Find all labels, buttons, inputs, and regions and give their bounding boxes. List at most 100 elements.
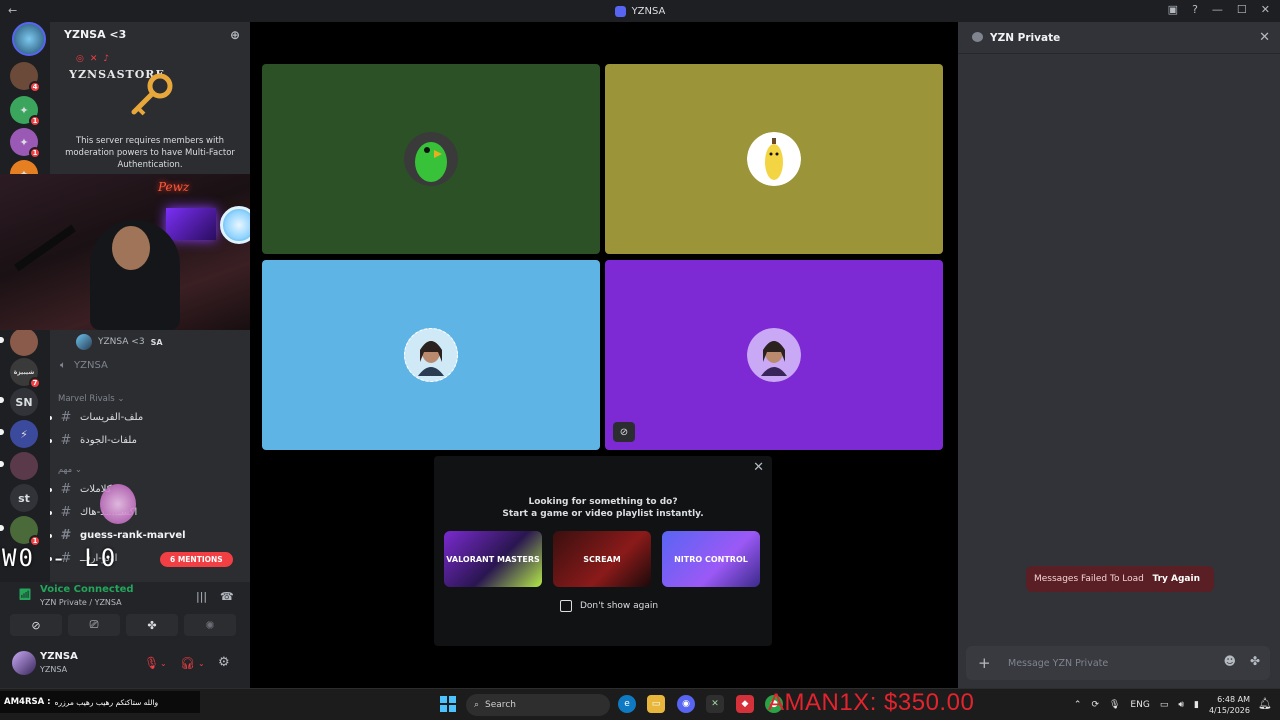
- close-icon[interactable]: ✕: [1259, 30, 1270, 45]
- chat-header: YZN Private ✕: [958, 22, 1280, 54]
- server-icon-yznsa[interactable]: [12, 22, 46, 56]
- server-icon[interactable]: ⚡: [10, 420, 38, 448]
- inbox-icon[interactable]: ▣: [1168, 3, 1178, 16]
- server-icon-st[interactable]: st: [10, 484, 38, 512]
- server-badge: 1: [29, 147, 41, 159]
- voice-text-chat-panel: YZN Private ✕ Messages Failed To Load Tr…: [958, 22, 1280, 688]
- user-avatar: [747, 328, 801, 382]
- server-icon[interactable]: ✦ 1: [10, 128, 41, 159]
- sync-icon[interactable]: ⟳: [1091, 700, 1099, 710]
- server-icon[interactable]: [10, 328, 38, 356]
- discord-taskbar-icon[interactable]: ◉: [677, 695, 695, 713]
- voice-status[interactable]: Voice Connected: [40, 584, 134, 595]
- chevron-down-icon[interactable]: ⌄: [198, 659, 205, 668]
- server-icon[interactable]: 4: [10, 62, 41, 93]
- key-icon: [131, 73, 173, 116]
- server-icon[interactable]: ✦ 1: [10, 96, 41, 127]
- voice-user-row[interactable]: YZNSA <3 SA: [76, 334, 163, 350]
- voice-channel-yznsa[interactable]: 🔈︎ YZNSA: [60, 360, 108, 371]
- server-icon[interactable]: 1: [10, 516, 41, 547]
- camera-off-indicator: ⊘: [613, 422, 635, 442]
- search-label: Search: [485, 700, 516, 710]
- participant-tile[interactable]: ⊘: [605, 260, 943, 450]
- windows-start-icon[interactable]: [440, 696, 456, 712]
- voice-user-tag: SA: [150, 337, 163, 347]
- discord-window: ← YZNSA ▣ ? — ☐ ✕ 4 ✦1 ✦1 ✦ شيبيزة7 SN ⚡…: [0, 0, 1280, 720]
- unread-pill: [0, 525, 4, 531]
- activity-launcher: ✕ Looking for something to do? Start a g…: [434, 456, 772, 646]
- message-input[interactable]: [1008, 654, 1208, 672]
- dont-show-again-checkbox[interactable]: Don't show again: [560, 600, 658, 612]
- xbox-icon[interactable]: ✕: [706, 695, 724, 713]
- mentions-pill[interactable]: 6 MENTIONS: [160, 552, 233, 567]
- file-explorer-icon[interactable]: ▭: [647, 695, 665, 713]
- category-label: Marvel Rivals: [58, 394, 115, 404]
- server-badge: 4: [29, 81, 41, 93]
- notification-bell-icon[interactable]: 🔔︎: [1258, 697, 1272, 710]
- battery-icon[interactable]: ▮: [1194, 700, 1199, 710]
- activity-prompt-title: Looking for something to do?: [528, 497, 678, 507]
- mute-mic-icon[interactable]: 🎙︎: [144, 656, 159, 670]
- title-bar: ← YZNSA ▣ ? — ☐ ✕: [0, 0, 1280, 22]
- network-icon[interactable]: ▭: [1160, 700, 1169, 710]
- back-arrow-icon[interactable]: ←: [8, 4, 17, 17]
- activity-card-valorant[interactable]: VALORANT MASTERS: [444, 531, 542, 587]
- channel-item[interactable]: # ملف-الفريسات: [50, 410, 143, 425]
- monitor-glow: [166, 208, 216, 240]
- discord-logo-icon: [614, 5, 626, 17]
- avatar[interactable]: [12, 651, 36, 675]
- server-icon-sn[interactable]: SN: [10, 388, 38, 416]
- minimize-button[interactable]: —: [1212, 3, 1223, 16]
- category-marvel-rivals[interactable]: Marvel Rivals ⌄: [58, 394, 125, 404]
- server-icon[interactable]: شيبيزة 7: [10, 358, 41, 389]
- checkbox-box[interactable]: [560, 600, 572, 612]
- mentions-count: 6: [170, 555, 176, 564]
- maximize-button[interactable]: ☐: [1237, 3, 1247, 16]
- invite-people-icon[interactable]: ⊕: [230, 28, 240, 42]
- activity-card-scream[interactable]: SCREAM: [553, 531, 651, 587]
- participant-tile[interactable]: [262, 260, 600, 450]
- plus-icon[interactable]: +: [978, 654, 991, 672]
- channel-item[interactable]: # ملفات-الجودة: [50, 433, 137, 448]
- language-indicator[interactable]: ENG: [1130, 700, 1149, 710]
- unread-pill: [0, 337, 4, 343]
- activity-card-nitro-control[interactable]: NITRO CONTROL: [662, 531, 760, 587]
- activities-button[interactable]: ✤: [126, 614, 178, 636]
- soundboard-button[interactable]: ✺: [184, 614, 236, 636]
- camera-off-button[interactable]: ⊘: [10, 614, 62, 636]
- app-icon[interactable]: ◆: [736, 695, 754, 713]
- noise-suppression-icon[interactable]: |||: [196, 590, 207, 603]
- close-window-button[interactable]: ✕: [1261, 3, 1270, 16]
- chevron-down-icon[interactable]: ⌄: [160, 659, 167, 668]
- help-icon[interactable]: ?: [1192, 3, 1198, 16]
- server-header[interactable]: YZNSA <3 ⊕: [50, 22, 250, 46]
- unread-dot: [50, 439, 52, 443]
- gear-icon[interactable]: ⚙: [218, 655, 230, 670]
- clock-time: 6:48 AM: [1217, 695, 1250, 704]
- volume-icon[interactable]: 🔊︎: [1178, 700, 1184, 710]
- social-icons: ◎ ✕ ♪: [76, 54, 109, 64]
- category-important[interactable]: مهم ⌄: [58, 465, 82, 475]
- close-icon[interactable]: ✕: [753, 460, 764, 475]
- search-icon: ⌕: [474, 700, 480, 710]
- taskbar-search[interactable]: ⌕ Search: [466, 694, 610, 716]
- try-again-button[interactable]: Try Again: [1152, 574, 1200, 584]
- participant-tile[interactable]: [605, 64, 943, 254]
- deafen-icon[interactable]: 🎧︎: [180, 656, 195, 670]
- system-tray: ⌃ ⟳ 🎙︎ ENG ▭ 🔊︎ ▮ 6:48 AM 4/15/2026: [1074, 689, 1250, 720]
- signal-icon[interactable]: 📶︎: [18, 588, 32, 601]
- camera-off-icon: ⊘: [31, 618, 41, 632]
- edge-icon[interactable]: e: [618, 695, 636, 713]
- channel-item-guess-rank-marvel[interactable]: # guess-rank-marvel: [50, 528, 186, 543]
- pink-character-sticker: [100, 484, 136, 524]
- emoji-icon[interactable]: ☻: [1223, 654, 1236, 668]
- disconnect-icon[interactable]: ☎: [220, 590, 234, 603]
- participant-tile[interactable]: [262, 64, 600, 254]
- screen-share-button[interactable]: ⎚: [68, 614, 120, 636]
- microphone-icon[interactable]: 🎙︎: [1109, 700, 1120, 710]
- chevron-up-icon[interactable]: ⌃: [1074, 700, 1082, 710]
- unread-dot: [50, 416, 52, 420]
- server-icon[interactable]: [10, 452, 38, 480]
- clock[interactable]: 6:48 AM 4/15/2026: [1209, 694, 1250, 716]
- apps-icon[interactable]: ✤: [1250, 654, 1260, 668]
